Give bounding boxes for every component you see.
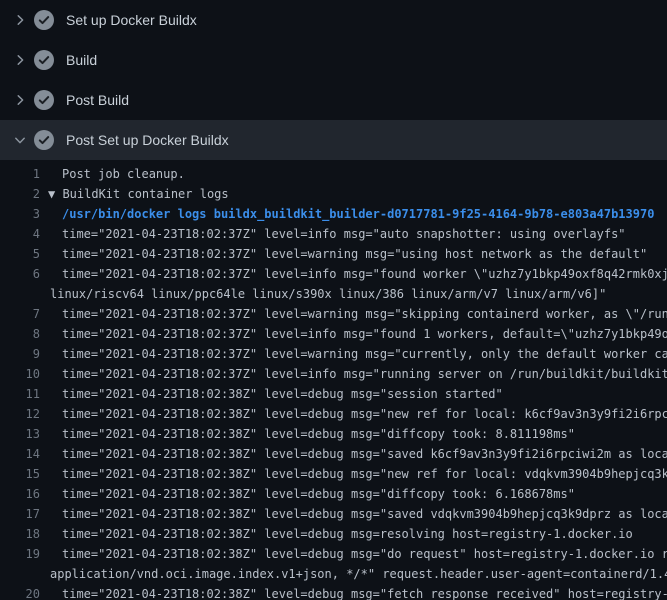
log-line-number[interactable]: 4 [0,224,40,244]
check-circle-icon [34,90,54,110]
log-line-text: time="2021-04-23T18:02:38Z" level=debug … [40,504,667,524]
log-line-number[interactable]: 3 [0,204,40,224]
log-line: 3/usr/bin/docker logs buildx_buildkit_bu… [0,204,667,224]
log-line-text: time="2021-04-23T18:02:37Z" level=info m… [40,364,667,384]
log-line: 2▼ BuildKit container logs [0,184,667,204]
check-circle-icon [34,10,54,30]
chevron-right-icon[interactable] [12,52,28,68]
log-line-text: time="2021-04-23T18:02:38Z" level=debug … [40,404,667,424]
log-line: 12time="2021-04-23T18:02:38Z" level=debu… [0,404,667,424]
log-line-number[interactable]: 8 [0,324,40,344]
log-line-text: time="2021-04-23T18:02:38Z" level=debug … [40,444,667,464]
log-line: 1Post job cleanup. [0,164,667,184]
log-line-text[interactable]: ▼ BuildKit container logs [40,184,229,204]
log-line-text: time="2021-04-23T18:02:37Z" level=warnin… [40,344,667,364]
log-line-number[interactable]: 2 [0,184,40,204]
log-line-text: time="2021-04-23T18:02:38Z" level=debug … [40,384,503,404]
log-line-text: time="2021-04-23T18:02:38Z" level=debug … [40,464,667,484]
log-line: 15time="2021-04-23T18:02:38Z" level=debu… [0,464,667,484]
step-row-post-build[interactable]: Post Build [0,80,667,120]
log-line-number[interactable]: 16 [0,484,40,504]
step-label: Post Set up Docker Buildx [66,130,229,150]
log-line-text: time="2021-04-23T18:02:38Z" level=debug … [40,424,575,444]
log-line-text: time="2021-04-23T18:02:37Z" level=warnin… [40,304,667,324]
log-line-number[interactable]: 17 [0,504,40,524]
log-line: 9time="2021-04-23T18:02:37Z" level=warni… [0,344,667,364]
step-row-build[interactable]: Build [0,40,667,80]
log-line-number [0,564,40,584]
log-line: 17time="2021-04-23T18:02:38Z" level=debu… [0,504,667,524]
step-row-set-up-docker-buildx[interactable]: Set up Docker Buildx [0,0,667,40]
log-line-number[interactable]: 10 [0,364,40,384]
group-title: BuildKit container logs [55,187,228,201]
log-line-number[interactable]: 18 [0,524,40,544]
check-circle-icon [34,130,54,150]
log-line: 10time="2021-04-23T18:02:37Z" level=info… [0,364,667,384]
step-label: Build [66,50,97,70]
log-line-number[interactable]: 11 [0,384,40,404]
step-label: Post Build [66,90,129,110]
chevron-right-icon[interactable] [12,92,28,108]
log-line-number[interactable]: 12 [0,404,40,424]
log-line: 4time="2021-04-23T18:02:37Z" level=info … [0,224,667,244]
log-line-text: linux/riscv64 linux/ppc64le linux/s390x … [40,284,606,304]
log-line-number[interactable]: 1 [0,164,40,184]
log-line: 18time="2021-04-23T18:02:38Z" level=debu… [0,524,667,544]
steps-list: Set up Docker Buildx Build Post Build Post … [0,0,667,160]
log-line-number[interactable]: 6 [0,264,40,284]
log-line-number[interactable]: 20 [0,584,40,600]
log-line-text: time="2021-04-23T18:02:37Z" level=info m… [40,224,626,244]
log-line: 6time="2021-04-23T18:02:37Z" level=info … [0,264,667,284]
log-line-number [0,284,40,304]
log-line: 5time="2021-04-23T18:02:37Z" level=warni… [0,244,667,264]
step-label: Set up Docker Buildx [66,10,197,30]
log-line-text: time="2021-04-23T18:02:37Z" level=info m… [40,264,667,284]
log-line-number[interactable]: 19 [0,544,40,564]
log-line-text: time="2021-04-23T18:02:38Z" level=debug … [40,584,667,600]
log-line-text: time="2021-04-23T18:02:38Z" level=debug … [40,484,575,504]
log-line-number[interactable]: 13 [0,424,40,444]
log-line-number[interactable]: 5 [0,244,40,264]
log-line-number[interactable]: 9 [0,344,40,364]
log-line-text: Post job cleanup. [40,164,185,184]
log-line-number[interactable]: 14 [0,444,40,464]
log-line: 16time="2021-04-23T18:02:38Z" level=debu… [0,484,667,504]
log-line-text: application/vnd.oci.image.index.v1+json,… [40,564,667,584]
log-line: 19time="2021-04-23T18:02:38Z" level=debu… [0,544,667,564]
log-output: 1Post job cleanup.2▼ BuildKit container … [0,160,667,600]
log-line: 8time="2021-04-23T18:02:37Z" level=info … [0,324,667,344]
log-line: linux/riscv64 linux/ppc64le linux/s390x … [0,284,667,304]
log-line-text: time="2021-04-23T18:02:37Z" level=warnin… [40,244,647,264]
log-line-number[interactable]: 15 [0,464,40,484]
log-line: 7time="2021-04-23T18:02:37Z" level=warni… [0,304,667,324]
log-line-text: time="2021-04-23T18:02:38Z" level=debug … [40,524,633,544]
log-line-number[interactable]: 7 [0,304,40,324]
check-circle-icon [34,50,54,70]
step-row-post-set-up-docker-buildx[interactable]: Post Set up Docker Buildx [0,120,667,160]
log-line: 11time="2021-04-23T18:02:38Z" level=debu… [0,384,667,404]
log-line: 14time="2021-04-23T18:02:38Z" level=debu… [0,444,667,464]
log-line: 13time="2021-04-23T18:02:38Z" level=debu… [0,424,667,444]
log-line-text: time="2021-04-23T18:02:38Z" level=debug … [40,544,667,564]
log-line: application/vnd.oci.image.index.v1+json,… [0,564,667,584]
chevron-right-icon[interactable] [12,12,28,28]
log-line: 20time="2021-04-23T18:02:38Z" level=debu… [0,584,667,600]
log-command-text: /usr/bin/docker logs buildx_buildkit_bui… [40,204,654,224]
log-line-text: time="2021-04-23T18:02:37Z" level=info m… [40,324,667,344]
chevron-down-icon[interactable] [12,132,28,148]
actions-log-viewer: Set up Docker Buildx Build Post Build Post … [0,0,667,600]
